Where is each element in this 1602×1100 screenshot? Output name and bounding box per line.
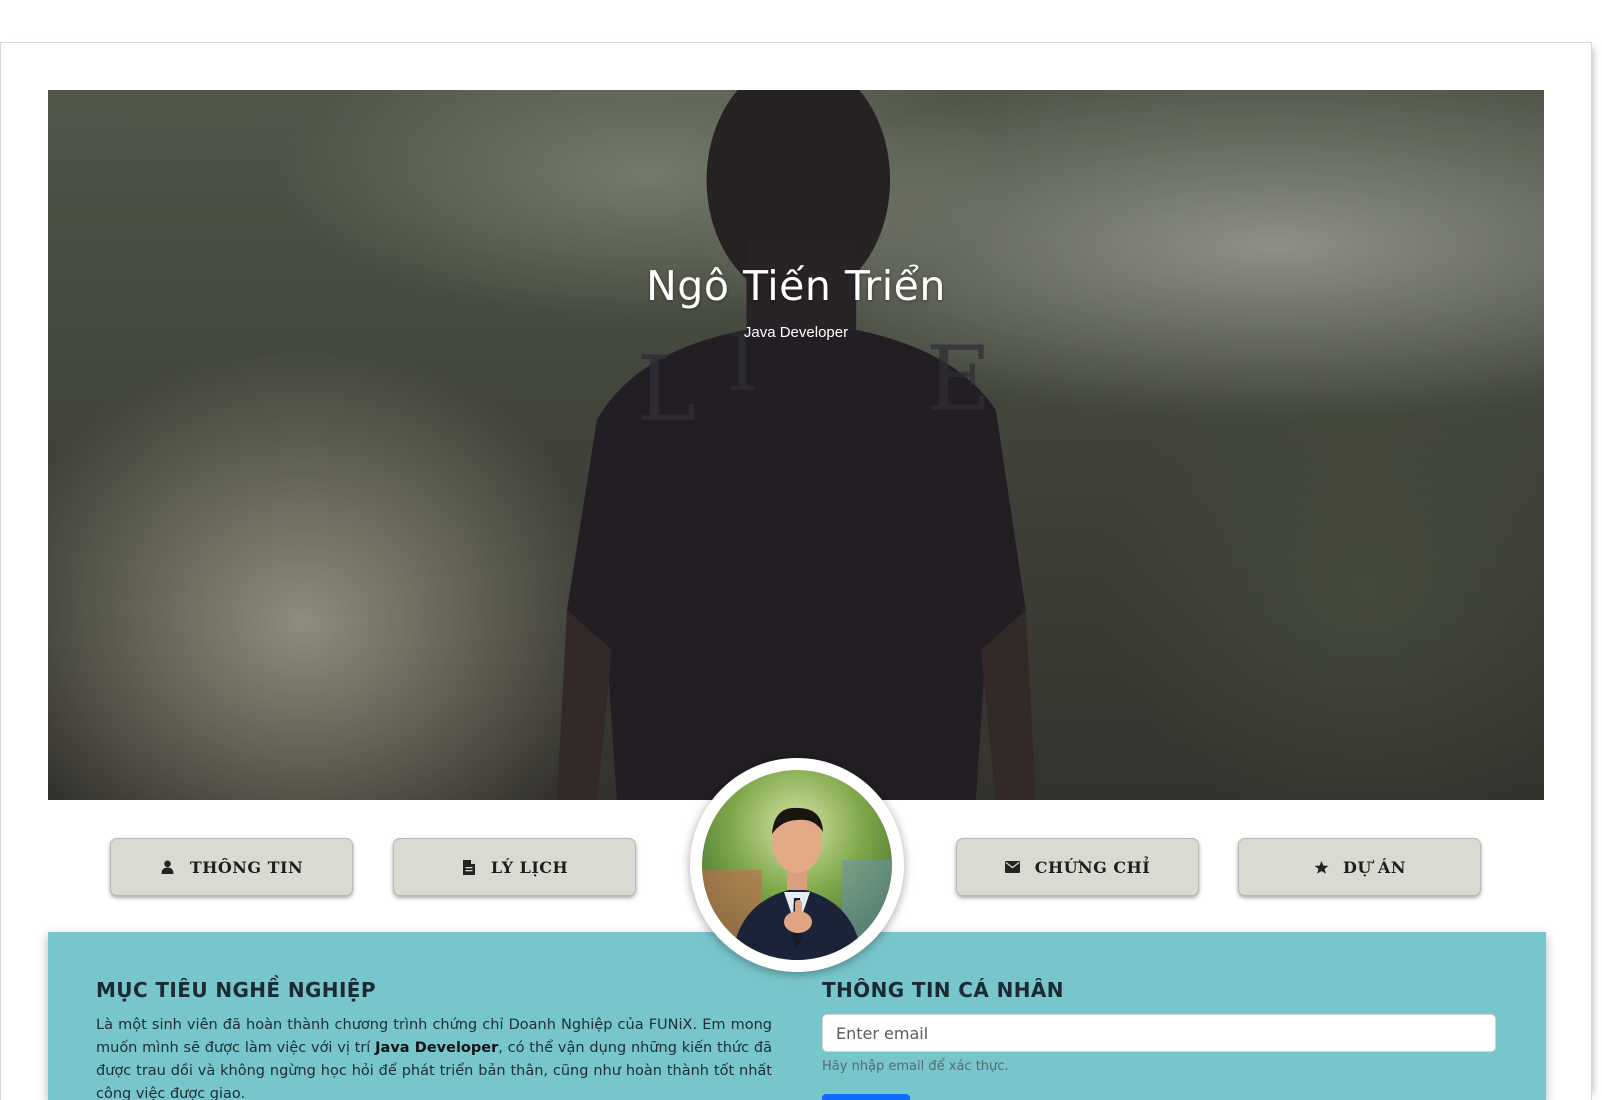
info-button-label: THÔNG TIN: [189, 857, 304, 877]
certificates-button[interactable]: CHỨNG CHỈ: [956, 838, 1199, 896]
info-button[interactable]: THÔNG TIN: [110, 838, 353, 896]
career-goal-text: Là một sinh viên đã hoàn thành chương tr…: [96, 1014, 772, 1100]
avatar: [690, 758, 904, 972]
career-goal-highlight: Java Developer: [375, 1040, 499, 1056]
hero-subtitle: Java Developer: [743, 324, 849, 341]
hero-name: Ngô Tiến Triển: [646, 262, 946, 310]
email-input[interactable]: [822, 1014, 1496, 1052]
certificates-button-label: CHỨNG CHỈ: [1034, 857, 1151, 877]
star-icon: [1313, 859, 1329, 875]
cv-button-label: LÝ LỊCH: [490, 857, 569, 877]
personal-info-title: THÔNG TIN CÁ NHÂN: [822, 978, 1064, 1002]
career-goal-title: MỤC TIÊU NGHỀ NGHIỆP: [96, 978, 376, 1002]
avatar-photo: [702, 770, 892, 960]
envelope-icon: [1005, 859, 1021, 875]
hero-overlay: [48, 90, 1544, 800]
user-icon: [160, 859, 176, 875]
projects-button-label: DỰ ÁN: [1343, 857, 1406, 877]
hero-banner: L I E Ngô Tiến Triển Java Developer: [48, 90, 1544, 800]
projects-button[interactable]: DỰ ÁN: [1238, 838, 1481, 896]
cv-button[interactable]: LÝ LỊCH: [393, 838, 636, 896]
submit-button[interactable]: [822, 1094, 910, 1100]
document-icon: [461, 859, 477, 875]
email-help-text: Hãy nhập email để xác thực.: [822, 1059, 1009, 1074]
